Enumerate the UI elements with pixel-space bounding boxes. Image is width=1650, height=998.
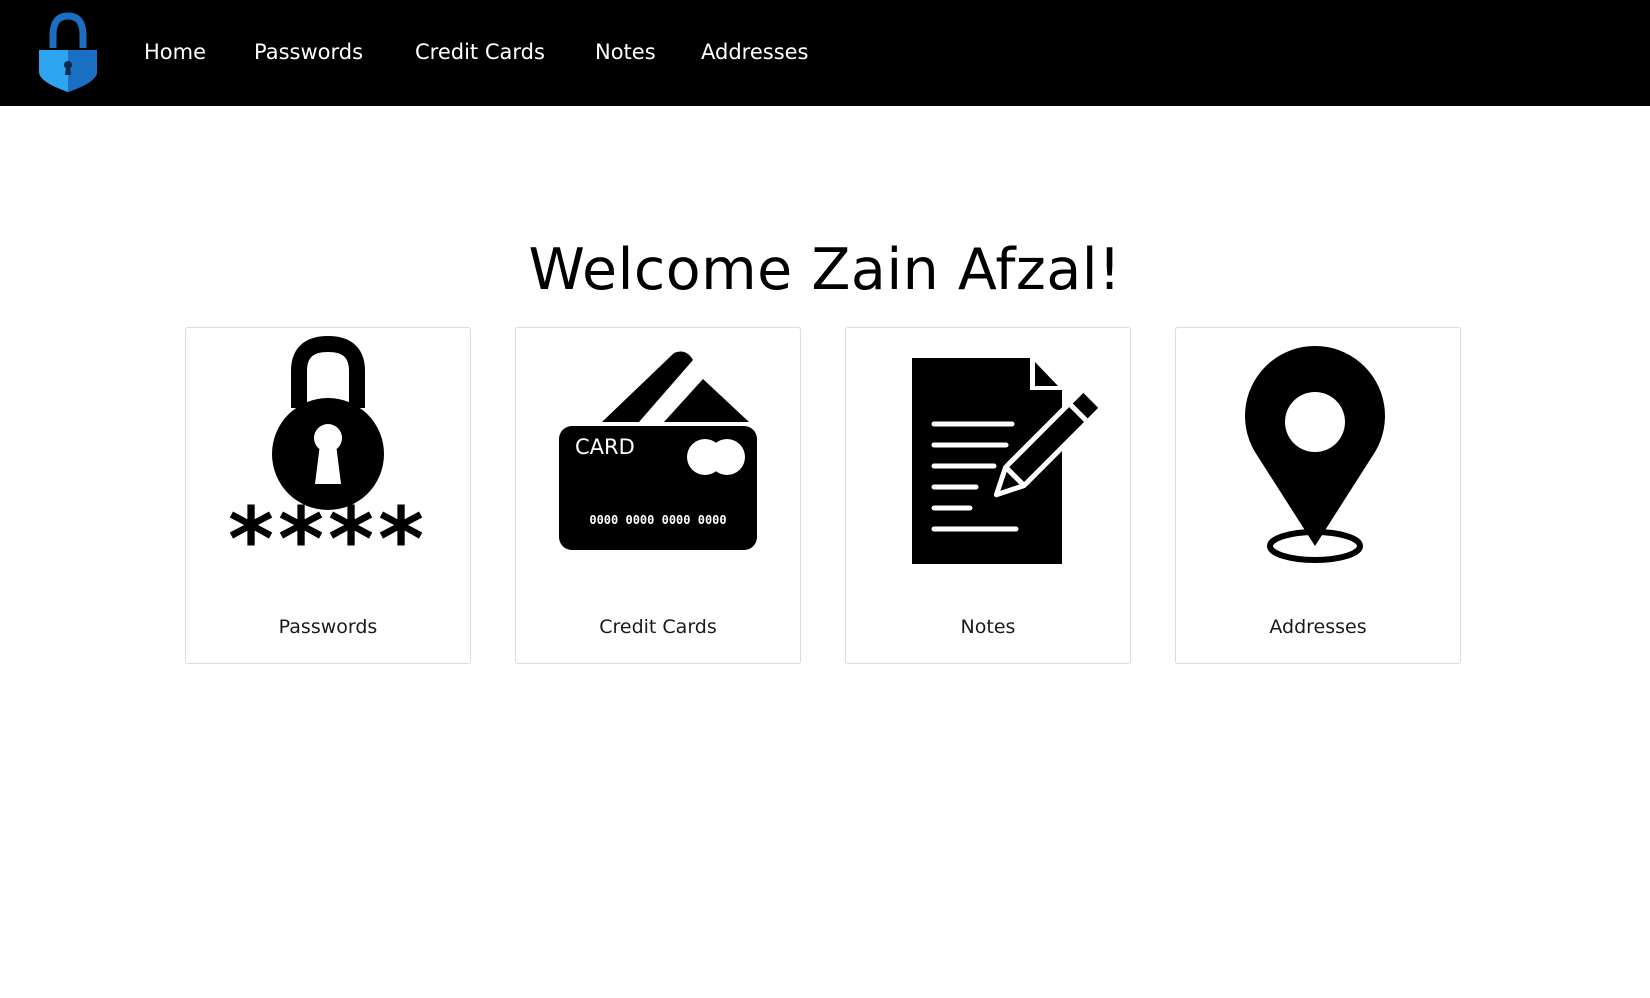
- top-navbar: Home Passwords Credit Cards Notes Addres…: [0, 0, 1650, 106]
- nav-passwords[interactable]: Passwords: [254, 38, 363, 66]
- map-pin-icon: [1245, 345, 1385, 563]
- note-pencil-icon: [912, 358, 1104, 564]
- notes-card-label: Notes: [960, 616, 1016, 638]
- card-number-text: 0000 0000 0000 0000: [589, 513, 726, 527]
- credit-card-icon: CARD 0000 0000 0000 0000: [559, 351, 757, 550]
- shield-lock-icon: [39, 12, 97, 92]
- card-text: CARD: [575, 435, 635, 459]
- addresses-card[interactable]: Addresses: [1175, 327, 1461, 664]
- credit-cards-card[interactable]: CARD 0000 0000 0000 0000 Credit Cards: [515, 327, 801, 664]
- nav-credit-cards[interactable]: Credit Cards: [415, 38, 545, 66]
- passwords-card-label: Passwords: [278, 616, 378, 638]
- lock-password-icon: ****: [228, 335, 428, 591]
- notes-card[interactable]: Notes: [845, 327, 1131, 664]
- nav-home[interactable]: Home: [144, 38, 206, 66]
- app-logo-icon[interactable]: [36, 12, 100, 94]
- nav-addresses[interactable]: Addresses: [701, 38, 809, 66]
- addresses-card-label: Addresses: [1269, 616, 1367, 638]
- nav-notes[interactable]: Notes: [595, 38, 656, 66]
- credit-cards-card-label: Credit Cards: [599, 616, 717, 638]
- passwords-card[interactable]: **** Passwords: [185, 327, 471, 664]
- password-mask-text: ****: [228, 488, 428, 591]
- page-title: Welcome Zain Afzal!: [528, 237, 1122, 303]
